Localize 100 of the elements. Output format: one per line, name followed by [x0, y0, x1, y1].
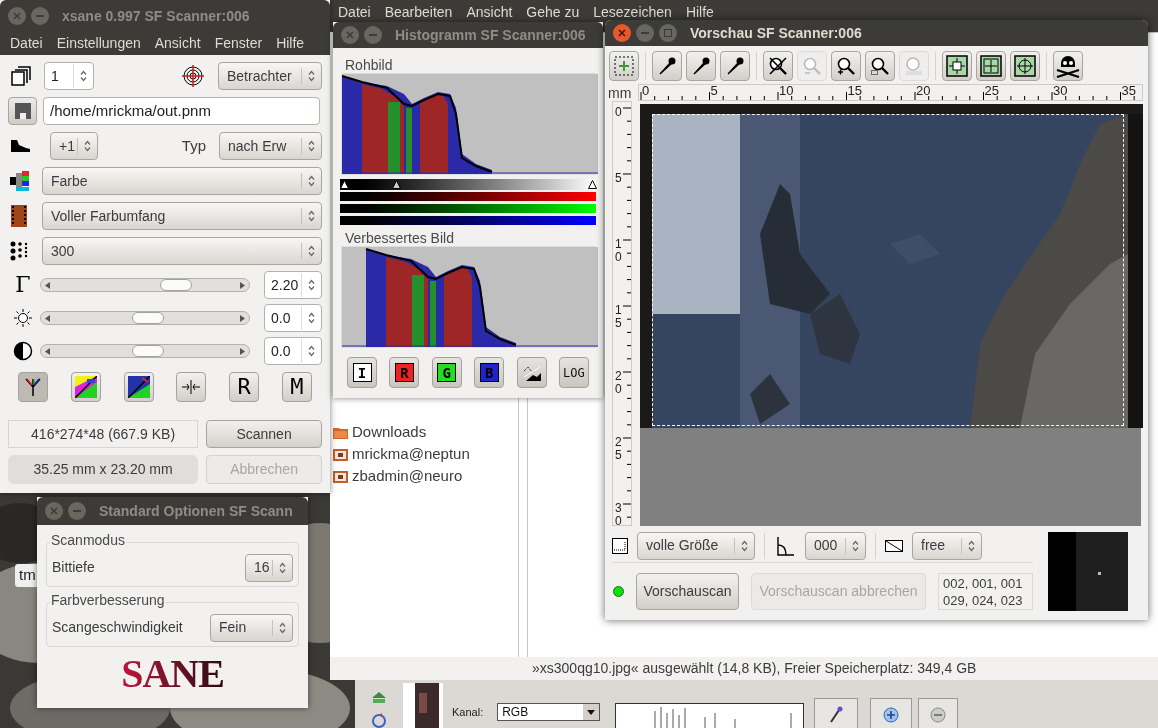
spinner-arrows-icon: [80, 70, 87, 82]
dropdown[interactable]: Betrachter: [218, 62, 322, 90]
tool-button[interactable]: [686, 50, 716, 81]
channel-button[interactable]: I: [347, 357, 377, 388]
spin-field[interactable]: 2.20: [264, 271, 322, 299]
desktop-icon-label[interactable]: tm: [15, 564, 40, 587]
ruler-label: 30: [1053, 83, 1068, 98]
slider[interactable]: [40, 311, 250, 325]
shoe-icon: [10, 140, 32, 152]
dropdown[interactable]: Farbe: [42, 167, 322, 195]
layer-icon[interactable]: [371, 691, 387, 705]
slider-thumb[interactable]: [131, 345, 164, 357]
film-strip-icon: [11, 205, 27, 227]
menu-item[interactable]: Datei: [10, 33, 43, 54]
right-arrow-icon[interactable]: [240, 315, 245, 322]
dropdown[interactable]: Fein: [210, 613, 293, 642]
spin-field[interactable]: 0.0: [264, 304, 322, 332]
dropdown[interactable]: nach Erw: [219, 132, 322, 160]
menu-item[interactable]: Gehe zu: [526, 1, 580, 23]
sidebar-item[interactable]: zbadmin@neuro: [352, 464, 463, 488]
spinner-arrows-icon: [84, 140, 91, 152]
fit-icon: [980, 54, 1002, 77]
dropdown[interactable]: +1: [50, 132, 98, 160]
slider[interactable]: [40, 344, 250, 358]
slider[interactable]: [40, 278, 250, 292]
tool-button[interactable]: [1010, 50, 1040, 81]
close-button[interactable]: [613, 24, 631, 42]
left-arrow-icon[interactable]: [45, 282, 50, 289]
sidebar-item[interactable]: Downloads: [352, 420, 427, 444]
spin-field[interactable]: 1: [44, 62, 94, 90]
tool-button[interactable]: [123, 371, 154, 402]
dropdown[interactable]: 16: [245, 553, 293, 582]
right-arrow-icon[interactable]: [240, 348, 245, 355]
sidebar-item[interactable]: mrickma@neptun: [352, 442, 470, 466]
gradient-slider[interactable]: [340, 179, 596, 190]
dropdown[interactable]: free: [912, 531, 982, 560]
save-button[interactable]: [8, 97, 37, 125]
right-arrow-icon[interactable]: [240, 282, 245, 289]
tool-button[interactable]: [1053, 50, 1083, 81]
menu-item[interactable]: Hilfe: [276, 33, 305, 54]
channel-button[interactable]: G: [431, 357, 462, 388]
network-folder-icon: [333, 469, 348, 483]
channel-dropdown[interactable]: RGB: [497, 703, 601, 721]
left-arrow-icon[interactable]: [45, 348, 50, 355]
filename-field[interactable]: /home/mrickma/out.pnm: [43, 97, 320, 125]
tool-button[interactable]: R: [229, 371, 260, 402]
dots-icon: [10, 241, 30, 261]
tool-button[interactable]: [70, 371, 101, 402]
tool-button[interactable]: [720, 50, 750, 81]
channel-button[interactable]: R: [389, 357, 420, 388]
pipette-icon: [657, 55, 677, 76]
network-folder-icon: [333, 447, 348, 461]
menu-item[interactable]: Lesezeichen: [593, 1, 672, 23]
menu-item[interactable]: Ansicht: [466, 1, 513, 23]
slider-thumb[interactable]: [131, 312, 164, 324]
marker-triangle-icon[interactable]: [392, 180, 402, 189]
ruler-label: 0: [615, 106, 623, 120]
left-arrow-icon[interactable]: [45, 315, 50, 322]
dropdown[interactable]: 000: [805, 531, 866, 560]
preview-scan-button[interactable]: Vorschauscan: [636, 573, 739, 610]
undo-icon: [904, 55, 924, 76]
scan-button[interactable]: Scannen: [206, 420, 322, 448]
zoom-in-button[interactable]: [870, 698, 913, 728]
spin-field[interactable]: 0.0: [264, 337, 322, 365]
tool-button[interactable]: [865, 50, 895, 81]
fit-inward-icon: [946, 54, 968, 77]
tool-button[interactable]: [18, 371, 48, 402]
menu-item[interactable]: Hilfe: [685, 1, 714, 23]
dropdown[interactable]: volle Größe: [637, 531, 755, 560]
menu-item[interactable]: Ansicht: [154, 33, 201, 54]
tool-button[interactable]: [942, 50, 972, 81]
tool-button[interactable]: [763, 50, 793, 81]
status-bar: »xs300qg10.jpg« ausgewählt (14,8 KB), Freier Speicherplatz: 349,4 GB: [330, 657, 1158, 680]
fit-outward-icon: [1014, 54, 1036, 77]
menu-item[interactable]: Datei: [338, 1, 371, 23]
rotate-icon[interactable]: [371, 713, 387, 728]
dropdown[interactable]: 300: [42, 237, 322, 265]
tool-button[interactable]: M: [282, 371, 312, 402]
spinner-arrows-icon: [741, 539, 748, 552]
slider-thumb[interactable]: [160, 279, 193, 291]
tool-button[interactable]: [652, 50, 682, 81]
tool-button[interactable]: [831, 50, 861, 81]
ruler-label: 20: [916, 83, 931, 98]
spinner-arrows-icon: [308, 345, 315, 357]
menu-item[interactable]: Bearbeiten: [384, 1, 453, 23]
channel-button[interactable]: [516, 357, 547, 388]
ruler-label: 15: [615, 304, 623, 331]
pipette-button[interactable]: [814, 698, 859, 728]
aspect-icon: [885, 539, 903, 552]
dropdown[interactable]: Voller Farbumfang: [42, 202, 322, 230]
ruler-label: 35: [1121, 83, 1136, 98]
menu-item[interactable]: Fenster: [214, 33, 263, 54]
target-icon: [182, 65, 204, 87]
marker-triangle-icon[interactable]: [588, 180, 597, 189]
ruler-label: 30: [615, 502, 623, 529]
menu-item[interactable]: Einstellungen: [56, 33, 141, 54]
tool-button[interactable]: [976, 50, 1006, 81]
channel-button[interactable]: LOG: [558, 357, 589, 388]
option-label: Bittiefe: [52, 558, 95, 577]
marker-triangle-icon[interactable]: [340, 180, 349, 189]
